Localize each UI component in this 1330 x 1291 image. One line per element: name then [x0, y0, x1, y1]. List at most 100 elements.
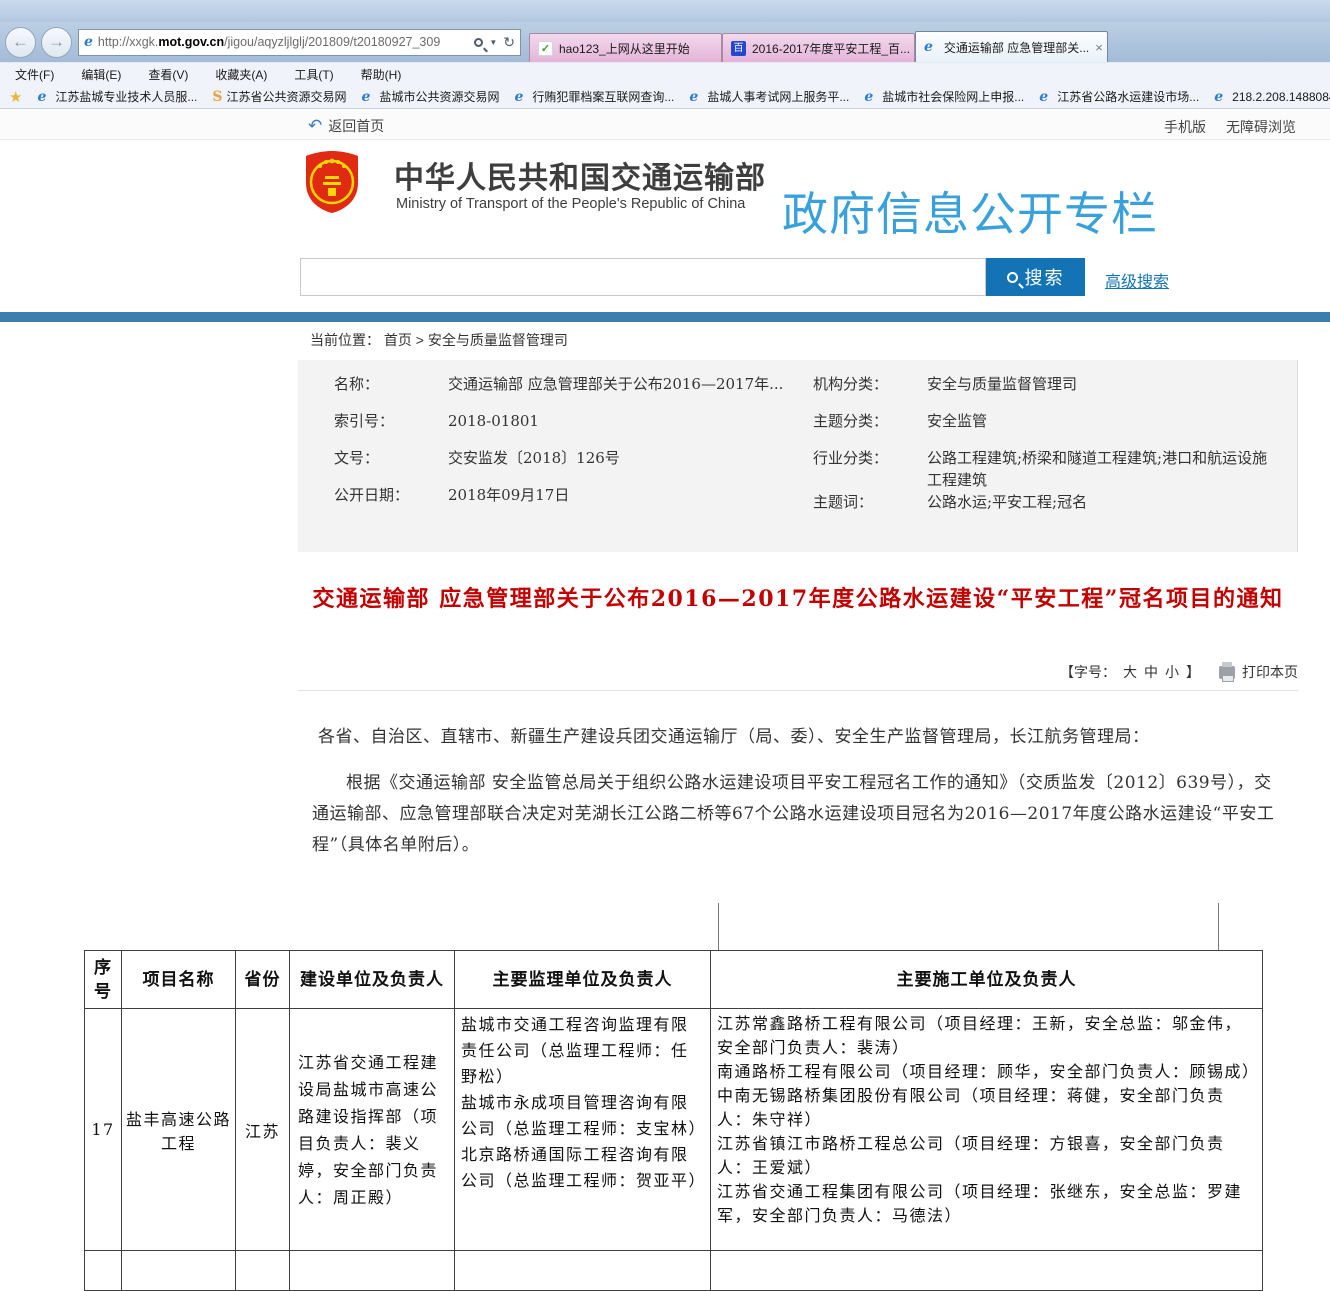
menu-tools[interactable]: 工具(T)	[294, 66, 333, 83]
print-page-link[interactable]: 打印本页	[1242, 662, 1298, 682]
favorite-link[interactable]: e盐城市社会保险网上申报...	[864, 88, 1024, 105]
ie-icon: e	[1214, 89, 1223, 105]
contractor-item: 南通路桥工程有限公司（项目经理：顾华，安全部门负责人：顾锡成）	[717, 1060, 1256, 1084]
baidu-icon: 百	[731, 41, 746, 56]
breadcrumb-home-link[interactable]: 首页	[384, 332, 412, 348]
menu-file[interactable]: 文件(F)	[15, 66, 54, 83]
gov-info-column-title: 政府信息公开专栏	[782, 178, 1158, 244]
breadcrumb-label: 当前位置：	[310, 332, 380, 348]
ie-icon: e	[924, 39, 933, 55]
refresh-icon[interactable]: ↻	[503, 34, 515, 51]
tab-baidu-search[interactable]: 百 2016-2017年度平安工程_百...	[722, 33, 915, 62]
ie-icon: e	[362, 89, 371, 105]
meta-label: 行业分类：	[813, 447, 927, 491]
menu-bar: 文件(F) 编辑(E) 查看(V) 收藏夹(A) 工具(T) 帮助(H)	[0, 62, 1330, 85]
cell-partial	[455, 1251, 711, 1291]
meta-label: 公开日期：	[334, 484, 448, 521]
search-icon[interactable]	[474, 38, 483, 47]
col-header-builder: 建设单位及负责人	[290, 951, 455, 1009]
fontsize-prefix: 【字号：	[1060, 662, 1116, 682]
favorite-link[interactable]: e218.2.208.1488084	[1214, 89, 1330, 105]
tab-bar: ✓ hao123_上网从这里开始 百 2016-2017年度平安工程_百... …	[529, 31, 1108, 62]
table-row-partial	[85, 1251, 1263, 1291]
window-titlebar[interactable]	[0, 0, 1330, 22]
return-arrow-icon: ↶	[308, 116, 322, 136]
back-home-link[interactable]: ↶ 返回首页	[308, 116, 384, 136]
contractor-item: 江苏省镇江市路桥工程总公司（项目经理：方银喜，安全部门负责人：王爱斌）	[717, 1132, 1256, 1180]
table-header-row: 序号 项目名称 省份 建设单位及负责人 主要监理单位及负责人 主要施工单位及负责…	[85, 951, 1263, 1009]
menu-favorites[interactable]: 收藏夹(A)	[215, 66, 267, 83]
meta-row-keywords: 主题词： 公路水运;平安工程;冠名	[813, 491, 1278, 528]
meta-label: 文号：	[334, 447, 448, 484]
favorite-link[interactable]: e江苏盐城专业技术人员服...	[37, 88, 197, 105]
menu-help[interactable]: 帮助(H)	[361, 66, 402, 83]
dropdown-icon[interactable]: ▼	[489, 38, 497, 47]
site-title: 中华人民共和国交通运输部	[394, 153, 766, 197]
browser-nav-bar: ← → e http://xxgk.mot.gov.cn/jigou/aqyzl…	[0, 22, 1330, 62]
favorite-label: 江苏省公路水运建设市场...	[1057, 88, 1199, 105]
supervisor-item: 盐城市永成项目管理咨询有限公司（总监理工程师：支宝林）	[461, 1090, 704, 1142]
tab-mot-notice[interactable]: e 交通运输部 应急管理部关... ×	[915, 31, 1108, 62]
back-icon: ←	[12, 32, 29, 51]
url-path: /jigou/aqyzljlglj/201809/t20180927_309	[224, 35, 440, 49]
address-bar[interactable]: e http://xxgk.mot.gov.cn/jigou/aqyzljlgl…	[78, 29, 521, 56]
cell-builder: 江苏省交通工程建设局盐城市高速公路建设指挥部（项目负责人：裴义婷，安全部门负责人…	[290, 1009, 455, 1251]
printer-icon[interactable]	[1219, 666, 1235, 679]
favorite-link[interactable]: e行贿犯罪档案互联网查询...	[514, 88, 674, 105]
back-button[interactable]: ←	[5, 27, 36, 58]
favorite-link[interactable]: e盐城人事考试网上服务平...	[689, 88, 849, 105]
table-guide-line	[718, 903, 719, 951]
meta-value: 安全监管	[927, 410, 1278, 447]
article-paragraph-salutation: 各省、自治区、直辖市、新疆生产建设兵团交通运输厅（局、委）、安全生产监督管理局，…	[318, 722, 1293, 747]
url-prefix: http://xxgk.	[98, 35, 158, 49]
col-header-supervisor: 主要监理单位及负责人	[455, 951, 711, 1009]
meta-value: 2018-01801	[448, 410, 804, 447]
cell-partial	[122, 1251, 236, 1291]
back-home-label: 返回首页	[328, 116, 384, 136]
search-button-label: 搜索	[1025, 264, 1065, 290]
fontsize-large-button[interactable]: 大	[1123, 662, 1137, 682]
tab-close-icon[interactable]: ×	[1095, 40, 1103, 55]
meta-row-docnum: 文号： 交安监发〔2018〕126号	[334, 447, 804, 484]
forward-button[interactable]: →	[41, 27, 72, 58]
breadcrumb: 当前位置： 首页 > 安全与质量监督管理司	[310, 330, 568, 350]
article-title: 交通运输部 应急管理部关于公布2016—2017年度公路水运建设“平安工程”冠名…	[298, 582, 1298, 616]
meta-label: 索引号：	[334, 410, 448, 447]
ie-icon: e	[689, 89, 698, 105]
tab-title: 交通运输部 应急管理部关...	[944, 39, 1089, 56]
advanced-search-link[interactable]: 高级搜索	[1105, 268, 1169, 292]
tab-hao123[interactable]: ✓ hao123_上网从这里开始	[529, 33, 722, 62]
meta-value: 安全与质量监督管理司	[927, 373, 1278, 410]
mobile-version-link[interactable]: 手机版	[1164, 117, 1206, 137]
url-domain: mot.gov.cn	[158, 35, 224, 49]
menu-edit[interactable]: 编辑(E)	[81, 66, 121, 83]
fontsize-small-button[interactable]: 小	[1165, 662, 1179, 682]
meta-row-org: 机构分类： 安全与质量监督管理司	[813, 373, 1278, 410]
favorites-bar: ★ e江苏盐城专业技术人员服... S江苏省公共资源交易网 e盐城市公共资源交易…	[0, 85, 1330, 109]
fontsize-medium-button[interactable]: 中	[1144, 662, 1158, 682]
favorite-label: 江苏省公共资源交易网	[227, 88, 347, 105]
forward-icon: →	[48, 32, 65, 51]
favorite-link[interactable]: S江苏省公共资源交易网	[212, 88, 346, 105]
meta-row-topic: 主题分类： 安全监管	[813, 410, 1278, 447]
menu-view[interactable]: 查看(V)	[148, 66, 188, 83]
favorite-link[interactable]: e盐城市公共资源交易网	[362, 88, 500, 105]
divider-line	[298, 690, 1298, 691]
project-table: 序号 项目名称 省份 建设单位及负责人 主要监理单位及负责人 主要施工单位及负责…	[84, 950, 1263, 1291]
accessibility-link[interactable]: 无障碍浏览	[1226, 117, 1296, 137]
meta-right-column: 机构分类： 安全与质量监督管理司 主题分类： 安全监管 行业分类： 公路工程建筑…	[813, 373, 1278, 528]
meta-label: 机构分类：	[813, 373, 927, 410]
search-button[interactable]: 搜索	[986, 258, 1085, 296]
supervisor-item: 北京路桥通国际工程咨询有限公司（总监理工程师：贺亚平）	[461, 1142, 704, 1194]
meta-label: 名称：	[334, 373, 448, 410]
cell-supervisors: 盐城市交通工程咨询监理有限责任公司（总监理工程师：任野松） 盐城市永成项目管理咨…	[455, 1009, 711, 1251]
cell-contractors: 江苏常鑫路桥工程有限公司（项目经理：王新，安全总监：邬金伟，安全部门负责人：裴涛…	[711, 1009, 1263, 1251]
breadcrumb-current: 安全与质量监督管理司	[428, 332, 568, 348]
search-input[interactable]	[300, 258, 986, 296]
favorite-link[interactable]: e江苏省公路水运建设市场...	[1039, 88, 1199, 105]
col-header-province: 省份	[236, 951, 290, 1009]
meta-value: 交安监发〔2018〕126号	[448, 447, 804, 484]
favorites-star-icon[interactable]: ★	[9, 88, 22, 106]
divider-band	[0, 312, 1330, 322]
meta-value: 2018年09月17日	[448, 484, 804, 521]
